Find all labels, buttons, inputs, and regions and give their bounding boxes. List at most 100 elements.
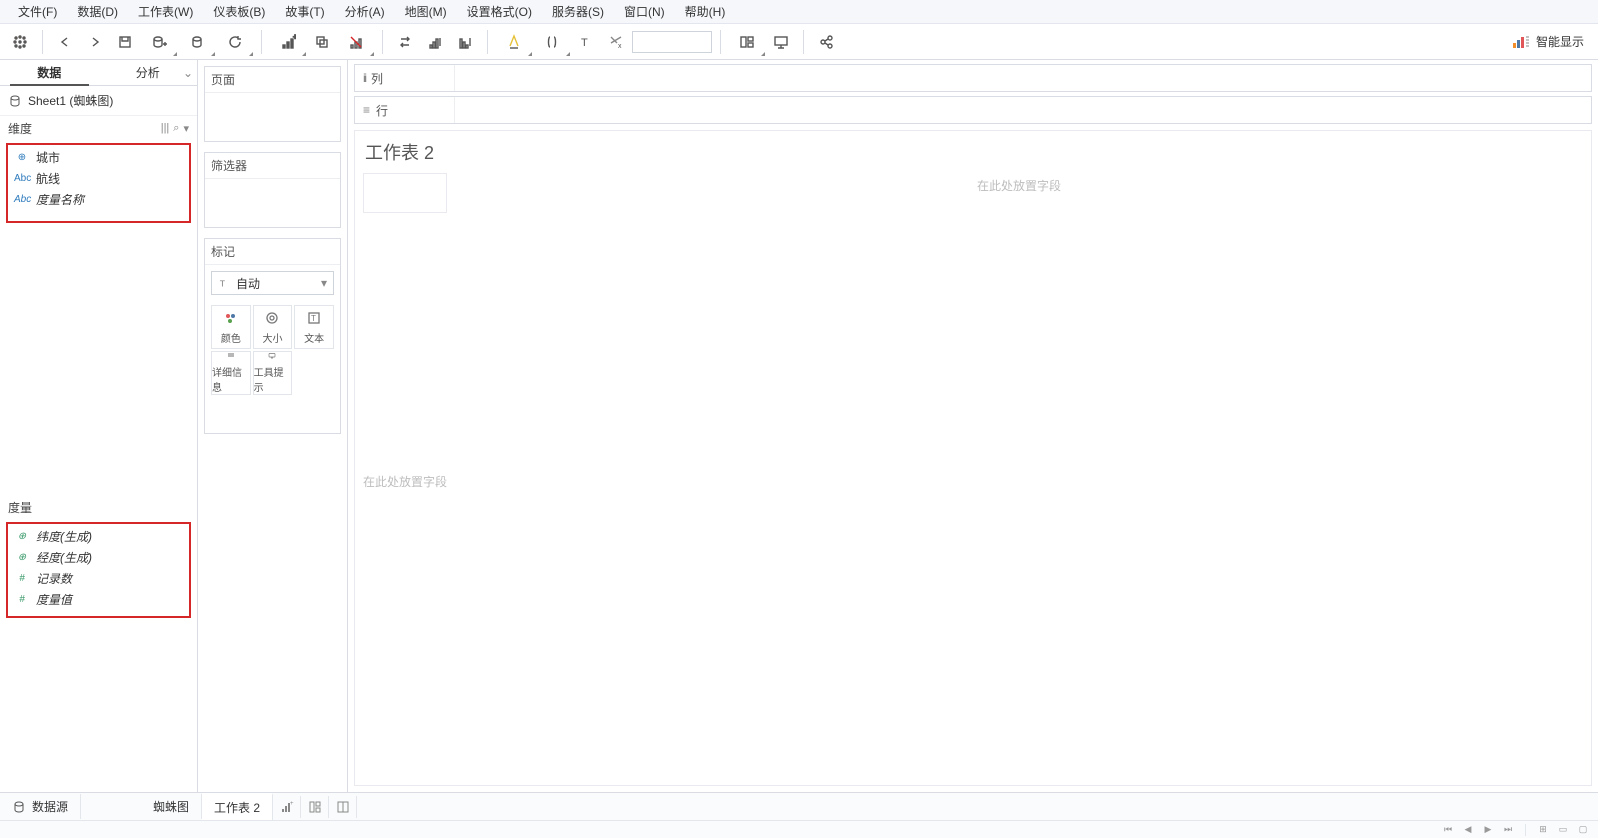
menu-worksheet[interactable]: 工作表(W) xyxy=(128,1,203,22)
svg-text:+: + xyxy=(290,801,294,807)
fit-dropdown[interactable] xyxy=(632,31,712,53)
presentation-icon[interactable] xyxy=(767,28,795,56)
dropdown-icon[interactable]: ▾ xyxy=(183,122,189,135)
menu-help[interactable]: 帮助(H) xyxy=(675,1,736,22)
toolbar: + T x 智能显示 xyxy=(0,24,1598,60)
refresh-icon[interactable] xyxy=(217,28,253,56)
status-bar: ⏮ ◀ ▶ ⏭ ⊞ ▭ ▢ xyxy=(0,820,1598,838)
pages-card[interactable]: 页面 xyxy=(204,66,341,142)
nav-last-icon[interactable]: ⏭ xyxy=(1501,823,1515,837)
show-me-label: 智能显示 xyxy=(1536,33,1584,50)
share-icon[interactable] xyxy=(812,28,840,56)
menu-server[interactable]: 服务器(S) xyxy=(542,1,614,22)
pause-autoupdate-icon[interactable] xyxy=(179,28,215,56)
measures-list: ⊕ 纬度(生成) ⊕经度(生成) #记录数 #度量值 xyxy=(6,522,191,618)
text-label-icon[interactable]: T xyxy=(572,28,600,56)
redo-icon[interactable] xyxy=(81,28,109,56)
header-drop-area[interactable] xyxy=(363,173,447,213)
swap-icon[interactable] xyxy=(391,28,419,56)
datasource-icon xyxy=(8,94,22,108)
menu-format[interactable]: 设置格式(O) xyxy=(457,1,542,22)
tooltip-shelf[interactable]: 工具提示 xyxy=(253,351,293,395)
tab-data-source[interactable]: 数据源 xyxy=(0,794,81,819)
dimensions-header: 维度 ||| ⌕ ▾ xyxy=(0,116,197,141)
field-route[interactable]: Abc航线 xyxy=(8,168,189,189)
sort-asc-icon[interactable] xyxy=(421,28,449,56)
new-datasource-icon[interactable] xyxy=(141,28,177,56)
svg-text:+: + xyxy=(293,34,296,41)
show-cards-icon[interactable] xyxy=(729,28,765,56)
duplicate-icon[interactable] xyxy=(308,28,336,56)
abc-icon: Abc xyxy=(14,194,30,205)
nav-first-icon[interactable]: ⏮ xyxy=(1441,823,1455,837)
svg-text:T: T xyxy=(311,314,316,323)
worksheet-canvas[interactable]: 工作表 2 在此处放置字段 在此处放置字段 xyxy=(354,130,1592,786)
new-worksheet-icon[interactable]: + xyxy=(270,28,306,56)
new-dashboard-tab[interactable] xyxy=(301,796,329,818)
hash-icon: # xyxy=(14,573,30,584)
field-label: 纬度(生成) xyxy=(36,528,92,545)
new-story-tab[interactable] xyxy=(329,796,357,818)
highlight-icon[interactable] xyxy=(496,28,532,56)
field-measure-values[interactable]: #度量值 xyxy=(8,589,189,610)
menu-window[interactable]: 窗口(N) xyxy=(614,1,675,22)
globe-icon: ⊕ xyxy=(14,152,30,163)
menu-file[interactable]: 文件(F) xyxy=(8,1,67,22)
data-source-label: 数据源 xyxy=(32,798,68,815)
analytics-gear-icon[interactable]: ⌄ xyxy=(183,66,193,80)
color-shelf[interactable]: 颜色 xyxy=(211,305,251,349)
marks-card: 标记 T 自动 ▾ 颜色 大小 T文本 详细信息 工具提示 xyxy=(204,238,341,434)
field-record-count[interactable]: #记录数 xyxy=(8,568,189,589)
filters-title: 筛选器 xyxy=(205,153,340,179)
view-filmstrip-icon[interactable]: ▭ xyxy=(1556,823,1570,837)
globe-icon: ⊕ xyxy=(14,531,30,542)
menu-story[interactable]: 故事(T) xyxy=(275,1,334,22)
field-measure-names[interactable]: Abc度量名称 xyxy=(8,189,189,210)
field-label: 城市 xyxy=(36,149,60,166)
menu-data[interactable]: 数据(D) xyxy=(67,1,128,22)
text-shelf[interactable]: T文本 xyxy=(294,305,334,349)
toolbar-right: 智能显示 xyxy=(1504,29,1592,54)
view-grid-icon[interactable]: ⊞ xyxy=(1536,823,1550,837)
save-icon[interactable] xyxy=(111,28,139,56)
tab-data[interactable]: 数据 xyxy=(0,60,99,85)
datasource-item[interactable]: Sheet1 (蜘蛛图) xyxy=(0,86,197,116)
filters-card[interactable]: 筛选器 xyxy=(204,152,341,228)
clear-icon[interactable] xyxy=(338,28,374,56)
rows-shelf[interactable]: ≡行 xyxy=(354,96,1592,124)
view-slide-icon[interactable]: ▢ xyxy=(1576,823,1590,837)
show-me-button[interactable]: 智能显示 xyxy=(1504,29,1592,54)
field-city[interactable]: ⊕ 城市 xyxy=(8,147,189,168)
dimensions-label: 维度 xyxy=(8,120,32,137)
detail-shelf[interactable]: 详细信息 xyxy=(211,351,251,395)
mark-type-label: 自动 xyxy=(236,275,260,292)
worksheet-title[interactable]: 工作表 2 xyxy=(355,131,1591,173)
field-longitude[interactable]: ⊕经度(生成) xyxy=(8,547,189,568)
field-latitude[interactable]: ⊕ 纬度(生成) xyxy=(8,526,189,547)
data-pane-tabs: 数据 分析 ⌄ xyxy=(0,60,197,86)
group-icon[interactable] xyxy=(534,28,570,56)
menubar: 文件(F) 数据(D) 工作表(W) 仪表板(B) 故事(T) 分析(A) 地图… xyxy=(0,0,1598,24)
search-icon[interactable]: ⌕ xyxy=(173,122,179,135)
size-shelf[interactable]: 大小 xyxy=(253,305,293,349)
drop-hint-top: 在此处放置字段 xyxy=(447,177,1591,194)
logo-icon[interactable] xyxy=(6,28,34,56)
tab-sheet1[interactable]: 蜘蛛图 xyxy=(141,794,202,819)
menu-dashboard[interactable]: 仪表板(B) xyxy=(203,1,275,22)
undo-icon[interactable] xyxy=(51,28,79,56)
tab-analytics[interactable]: 分析 ⌄ xyxy=(99,60,198,85)
abc-icon: Abc xyxy=(14,173,30,184)
analytics-icon[interactable]: x xyxy=(602,28,630,56)
columns-shelf[interactable]: iii列 xyxy=(354,64,1592,92)
menu-map[interactable]: 地图(M) xyxy=(395,1,457,22)
new-worksheet-tab[interactable]: + xyxy=(273,796,301,818)
mark-type-dropdown[interactable]: T 自动 ▾ xyxy=(211,271,334,295)
chevron-down-icon: ▾ xyxy=(321,276,327,290)
menu-analysis[interactable]: 分析(A) xyxy=(335,1,395,22)
tab-sheet2[interactable]: 工作表 2 xyxy=(202,793,273,820)
nav-prev-icon[interactable]: ◀ xyxy=(1461,823,1475,837)
nav-next-icon[interactable]: ▶ xyxy=(1481,823,1495,837)
view-list-icon[interactable]: ||| xyxy=(161,122,170,135)
marks-title: 标记 xyxy=(205,239,340,265)
sort-desc-icon[interactable] xyxy=(451,28,479,56)
